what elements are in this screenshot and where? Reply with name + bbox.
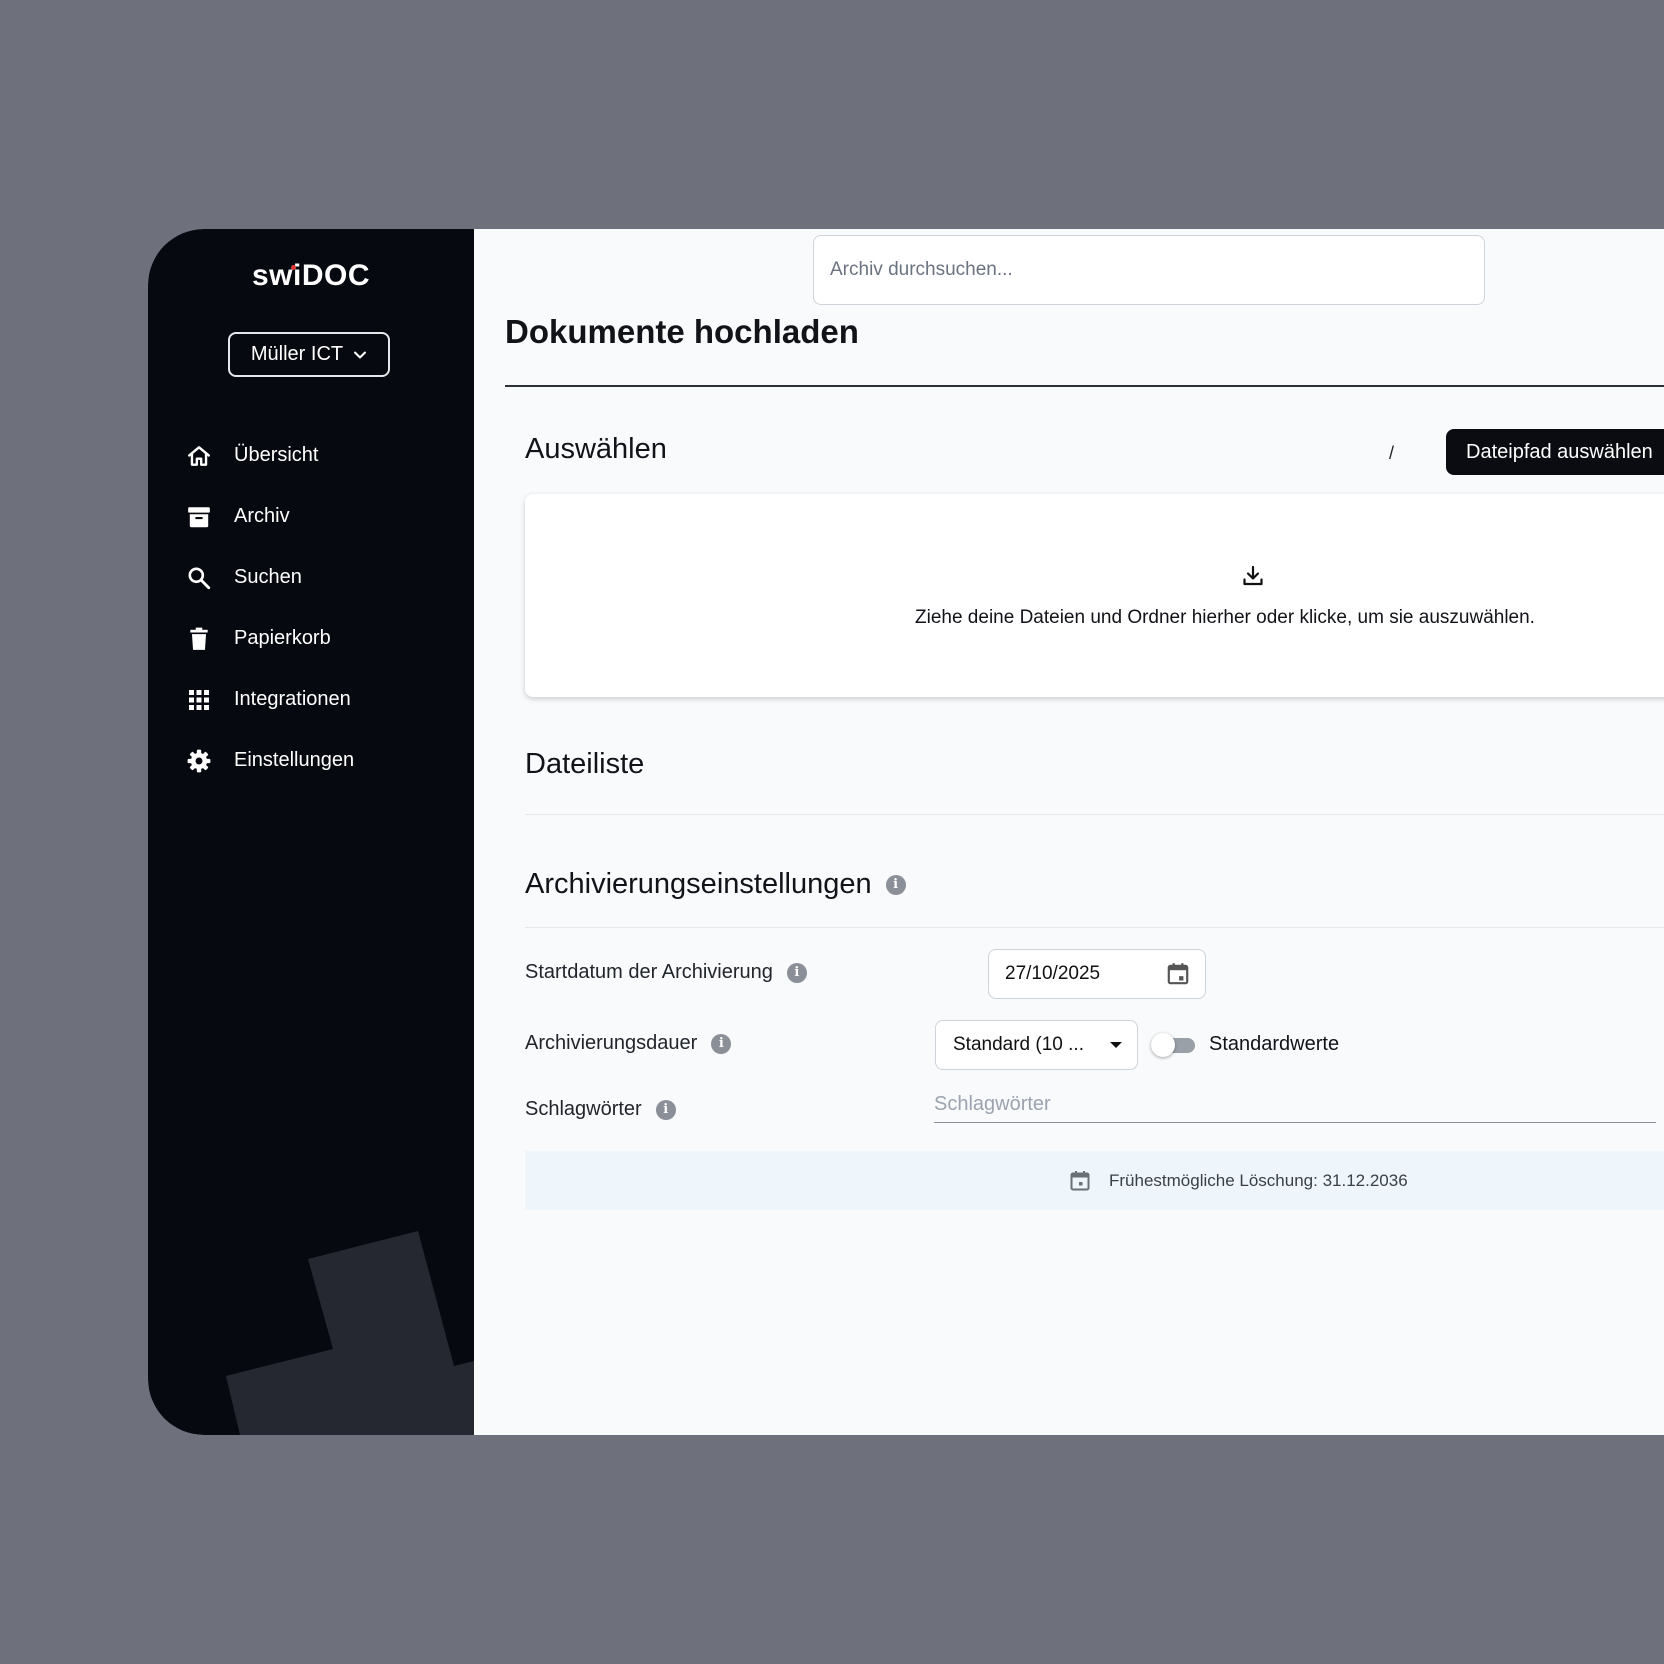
sidebar-item-papierkorb[interactable]: Papierkorb [186,608,456,669]
sidebar-item-label: Integrationen [234,688,351,710]
sidebar-item-uebersicht[interactable]: Übersicht [186,425,456,486]
start-date-field[interactable]: 27/10/2025 [988,949,1206,999]
sidebar-item-label: Einstellungen [234,749,355,771]
calendar-icon [1070,1171,1090,1191]
start-date-label: Startdatum der Archivierung [525,961,773,983]
keywords-label: Schlagwörter [525,1098,642,1120]
select-section-title: Auswählen [525,433,667,465]
sidebar-item-label: Archiv [234,505,290,527]
trash-icon [186,626,212,652]
calendar-icon[interactable] [1165,961,1191,987]
grid-icon [186,687,212,713]
keywords-input[interactable] [934,1086,1656,1123]
info-icon[interactable]: i [711,1033,732,1054]
app-window: swiDOC Müller ICT Übersicht Archiv Suche… [148,229,1664,1435]
title-divider [505,385,1664,387]
sidebar-nav: Übersicht Archiv Suchen Papierkorb Integ… [186,425,456,791]
info-icon[interactable]: i [786,962,807,983]
earliest-deletion-text: Frühestmögliche Löschung: 31.12.2036 [1109,1171,1408,1190]
archive-icon [186,504,212,530]
tenant-select-label: Müller ICT [250,343,344,365]
home-icon [186,443,212,469]
sidebar-item-archiv[interactable]: Archiv [186,486,456,547]
chevron-down-icon [354,351,367,358]
start-date-value: 27/10/2025 [1005,963,1101,984]
file-list-title: Dateiliste [525,748,645,780]
start-date-label-row: Startdatum der Archivierung i [525,961,807,984]
sidebar-item-label: Übersicht [234,444,319,466]
keywords-label-row: Schlagwörter i [525,1098,676,1121]
select-filepath-button[interactable]: Dateipfad auswählen [1446,429,1664,475]
toggle-thumb [1151,1033,1175,1057]
file-list-divider [525,814,1664,815]
archive-settings-divider [525,927,1664,928]
duration-label: Archivierungsdauer [525,1032,698,1054]
sidebar-item-integrationen[interactable]: Integrationen [186,669,456,730]
app-logo[interactable]: swiDOC [148,259,474,293]
path-breadcrumb[interactable]: / [1389,443,1394,464]
dropzone-text: Ziehe deine Dateien und Ordner hierher o… [915,607,1535,628]
toggle-label: Standardwerte [1209,1033,1340,1055]
caret-down-icon [1110,1042,1122,1048]
tenant-select[interactable]: Müller ICT [228,332,390,377]
archive-search-input[interactable] [813,235,1485,305]
download-icon [1243,565,1263,586]
duration-label-row: Archivierungsdauer i [525,1032,732,1055]
default-values-toggle[interactable] [1151,1033,1195,1057]
duration-select[interactable]: Standard (10 ... [935,1020,1138,1070]
sidebar: swiDOC Müller ICT Übersicht Archiv Suche… [148,229,474,1435]
info-icon[interactable]: i [885,874,906,895]
sidebar-item-suchen[interactable]: Suchen [186,547,456,608]
earliest-deletion-notice: Frühestmögliche Löschung: 31.12.2036 [525,1151,1664,1210]
archive-settings-heading: Archivierungseinstellungen i [525,868,906,901]
duration-select-value: Standard (10 ... [953,1034,1084,1055]
search-icon [186,565,212,591]
main-content: Dokumente hochladen Auswählen / Dateipfa… [474,229,1664,1435]
archive-settings-title: Archivierungseinstellungen [525,868,872,900]
sidebar-item-einstellungen[interactable]: Einstellungen [186,730,456,791]
page-title: Dokumente hochladen [505,313,859,350]
info-icon[interactable]: i [655,1099,676,1120]
logo-accent-dot [291,265,296,270]
file-dropzone[interactable]: Ziehe deine Dateien und Ordner hierher o… [525,494,1664,697]
decorative-cross-shape [226,1231,474,1435]
gear-icon [186,748,212,774]
sidebar-item-label: Papierkorb [234,627,331,649]
sidebar-item-label: Suchen [234,566,302,588]
